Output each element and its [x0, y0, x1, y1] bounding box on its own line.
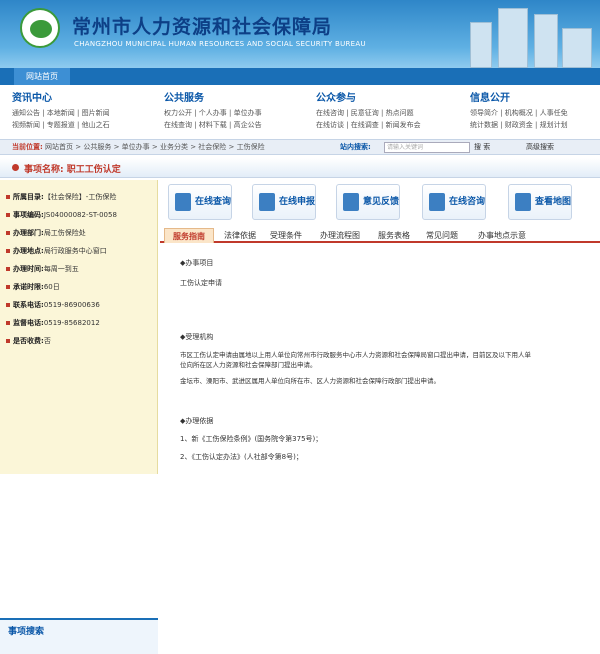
- info-row: 办理时间:每周一到五: [6, 260, 157, 278]
- section-text: 2、《工伤认定办法》(人社部令第8号)；: [180, 453, 303, 461]
- section-text: 金坛市、溧阳市、武进区属用人单位向所在市、区人力资源和社会保障行政部门提出申请。: [180, 377, 440, 385]
- tab-service-guide[interactable]: 服务指南: [164, 228, 214, 243]
- menu-links[interactable]: 视频新闻 | 专题报道 | 他山之石: [12, 119, 110, 131]
- feedback-button[interactable]: 意见反馈: [336, 184, 400, 220]
- menu-news-center: 资讯中心 通知公告 | 本地新闻 | 图片新闻 视频新闻 | 专题报道 | 他山…: [12, 89, 110, 131]
- tab-legal-basis[interactable]: 法律依据: [218, 228, 262, 243]
- bullet-icon: [12, 164, 19, 171]
- guide-tabs: 服务指南 法律依据 受理条件 办理流程图 服务表格 常见问题 办事地点示意: [160, 228, 600, 243]
- view-map-button[interactable]: 查看地图: [508, 184, 572, 220]
- menu-links[interactable]: 在线访谈 | 在线调查 | 新闻发布会: [316, 119, 421, 131]
- info-row: 事项编码:JS04000082-ST-0058: [6, 206, 157, 224]
- info-sidebar: 所属目录:【社会保险】-工伤保险 事项编码:JS04000082-ST-0058…: [0, 180, 158, 654]
- online-query-button[interactable]: 在线查询: [168, 184, 232, 220]
- breadcrumb: 当前位置: 网站首页 > 公共服务 > 单位办事 > 业务分类 > 社会保险 >…: [0, 139, 600, 155]
- menu-columns: 资讯中心 通知公告 | 本地新闻 | 图片新闻 视频新闻 | 专题报道 | 他山…: [0, 87, 600, 138]
- menu-links[interactable]: 领导简介 | 机构概况 | 人事任免: [470, 107, 568, 119]
- info-row: 所属目录:【社会保险】-工伤保险: [6, 188, 157, 206]
- building-image: [534, 14, 558, 68]
- menu-title[interactable]: 信息公开: [470, 89, 568, 104]
- tab-flowchart[interactable]: 办理流程图: [312, 228, 368, 243]
- bullet-icon: [6, 285, 10, 289]
- breadcrumb-path[interactable]: 网站首页 > 公共服务 > 单位办事 > 业务分类 > 社会保险 > 工伤保险: [45, 143, 265, 151]
- online-apply-button[interactable]: 在线申报: [252, 184, 316, 220]
- bullet-icon: [6, 231, 10, 235]
- pencil-icon: [343, 193, 359, 211]
- menu-links[interactable]: 在线查询 | 材料下载 | 高企公告: [164, 119, 262, 131]
- item-title-bar: 事项名称: 职工工伤认定: [0, 158, 600, 178]
- section-heading: ◆办理依据: [180, 417, 214, 425]
- breadcrumb-label: 当前位置:: [12, 143, 43, 151]
- globe-icon: [515, 193, 531, 211]
- menu-links[interactable]: 在线咨询 | 民意征询 | 热点问题: [316, 107, 421, 119]
- main-nav: 网站首页: [0, 68, 600, 85]
- site-search-label: 站内搜索:: [340, 143, 371, 151]
- item-search-panel: 事项搜索: [0, 618, 158, 654]
- item-info-list: 所属目录:【社会保险】-工伤保险 事项编码:JS04000082-ST-0058…: [0, 180, 157, 350]
- tab-faq[interactable]: 常见问题: [420, 228, 464, 243]
- menu-title[interactable]: 公众参与: [316, 89, 421, 104]
- site-subtitle: CHANGZHOU MUNICIPAL HUMAN RESOURCES AND …: [74, 40, 366, 48]
- service-guide-content: ◆办事项目 工伤认定申请 ◆受理机构 市区工伤认定申请由属地以上用人单位向常州市…: [166, 250, 596, 474]
- building-image: [470, 22, 492, 68]
- info-row: 是否收费:否: [6, 332, 157, 350]
- tab-forms[interactable]: 服务表格: [372, 228, 416, 243]
- pencil-icon: [429, 193, 445, 211]
- bullet-icon: [6, 267, 10, 271]
- search-button[interactable]: 搜 索: [474, 140, 490, 155]
- menu-links[interactable]: 通知公告 | 本地新闻 | 图片新闻: [12, 107, 110, 119]
- section-text: 工伤认定申请: [180, 279, 222, 287]
- tab-location[interactable]: 办事地点示意: [468, 228, 536, 243]
- menu-links[interactable]: 权力公开 | 个人办事 | 单位办事: [164, 107, 262, 119]
- site-search-input[interactable]: 请输入关键词: [384, 142, 470, 153]
- bullet-icon: [6, 195, 10, 199]
- tab-acceptance[interactable]: 受理条件: [264, 228, 308, 243]
- bureau-logo: [20, 8, 60, 48]
- action-buttons: 在线查询 在线申报 意见反馈 在线咨询 查看地图: [160, 184, 600, 226]
- menu-public-service: 公共服务 权力公开 | 个人办事 | 单位办事 在线查询 | 材料下载 | 高企…: [164, 89, 262, 131]
- site-header: 常州市人力资源和社会保障局 CHANGZHOU MUNICIPAL HUMAN …: [0, 0, 600, 68]
- info-row: 承诺时限:60日: [6, 278, 157, 296]
- menu-public-participation: 公众参与 在线咨询 | 民意征询 | 热点问题 在线访谈 | 在线调查 | 新闻…: [316, 89, 421, 131]
- menu-title[interactable]: 资讯中心: [12, 89, 110, 104]
- menu-info-disclosure: 信息公开 领导简介 | 机构概况 | 人事任免 统计数据 | 财政资金 | 规划…: [470, 89, 568, 131]
- menu-links[interactable]: 统计数据 | 财政资金 | 规划计划: [470, 119, 568, 131]
- info-row: 监督电话:0519-85682012: [6, 314, 157, 332]
- section-text: 1、新《工伤保险条例》(国务院令第375号)；: [180, 435, 323, 443]
- building-image: [498, 8, 528, 68]
- item-search-title: 事项搜索: [8, 627, 45, 637]
- bullet-icon: [6, 213, 10, 217]
- item-title: 事项名称: 职工工伤认定: [24, 165, 121, 175]
- info-row: 办理地点:局行政服务中心窗口: [6, 242, 157, 260]
- building-image: [562, 28, 592, 68]
- computer-icon: [259, 193, 275, 211]
- bullet-icon: [6, 339, 10, 343]
- bullet-icon: [6, 321, 10, 325]
- online-consult-button[interactable]: 在线咨询: [422, 184, 486, 220]
- nav-home-link[interactable]: 网站首页: [14, 68, 70, 85]
- site-title: 常州市人力资源和社会保障局: [72, 16, 333, 38]
- info-row: 办理部门:局工伤保险处: [6, 224, 157, 242]
- section-heading: ◆受理机构: [180, 333, 214, 341]
- info-row: 联系电话:0519-86900636: [6, 296, 157, 314]
- menu-title[interactable]: 公共服务: [164, 89, 262, 104]
- advanced-search-link[interactable]: 高级搜索: [526, 140, 554, 155]
- bullet-icon: [6, 249, 10, 253]
- magnifier-icon: [175, 193, 191, 211]
- section-text: 位向所在区人力资源和社会保障部门提出申请。: [180, 361, 317, 369]
- bullet-icon: [6, 303, 10, 307]
- section-heading: ◆办事项目: [180, 259, 214, 267]
